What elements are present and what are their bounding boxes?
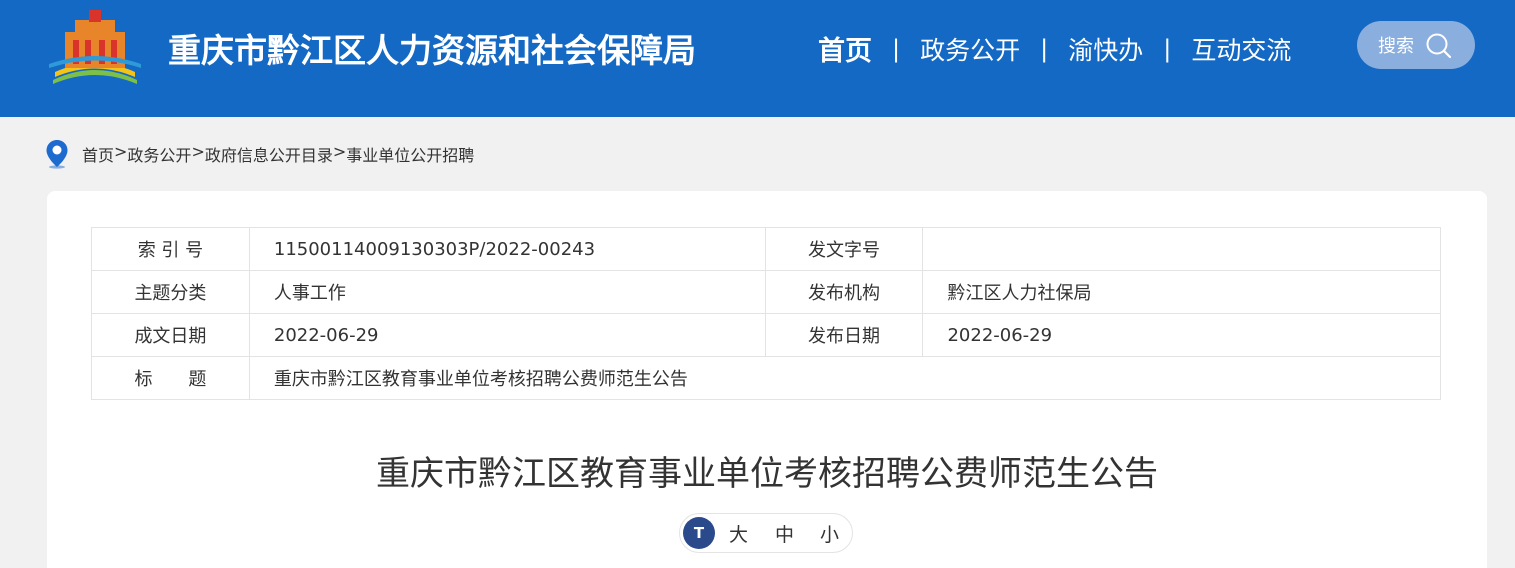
nav-separator: | <box>1040 34 1049 63</box>
search-button[interactable]: 搜索 <box>1357 21 1475 69</box>
publisher-value: 黔江区人力社保局 <box>922 270 1441 314</box>
breadcrumb-catalog[interactable]: 政府信息公开目录 <box>205 142 333 166</box>
nav-separator: | <box>892 34 901 63</box>
title-value: 重庆市黔江区教育事业单位考核招聘公费师范生公告 <box>248 356 1442 400</box>
breadcrumb-recruitment[interactable]: 事业单位公开招聘 <box>346 142 474 166</box>
table-row: 主题分类 人事工作 发布机构 黔江区人力社保局 <box>91 270 1441 314</box>
main-nav: 首页 | 政务公开 | 渝快办 | 互动交流 <box>818 29 1291 68</box>
logo-icon[interactable] <box>45 8 145 86</box>
nav-separator: | <box>1163 34 1172 63</box>
index-value: 11500114009130303P/2022-00243 <box>248 227 766 271</box>
doc-number-label: 发文字号 <box>764 227 924 271</box>
doc-number-value <box>922 227 1441 271</box>
text-size-icon: T <box>683 517 715 549</box>
search-label: 搜索 <box>1378 36 1414 57</box>
breadcrumb-separator: > <box>332 142 347 161</box>
breadcrumb-separator: > <box>191 142 205 161</box>
breadcrumb: 首页 > 政务公开 > 政府信息公开目录 > 事业单位公开招聘 <box>82 142 474 166</box>
breadcrumb-gov-affairs[interactable]: 政务公开 <box>127 142 191 166</box>
font-size-medium-button[interactable]: 中 <box>775 520 794 547</box>
location-pin-icon <box>46 140 68 169</box>
info-table: 索 引 号 11500114009130303P/2022-00243 发文字号… <box>91 227 1442 400</box>
created-date-value: 2022-06-29 <box>248 313 766 357</box>
nav-yukuaiban[interactable]: 渝快办 <box>1068 31 1143 67</box>
title-label: 标 题 <box>91 356 250 400</box>
breadcrumb-home[interactable]: 首页 <box>82 142 114 166</box>
nav-gov-affairs[interactable]: 政务公开 <box>920 31 1020 67</box>
table-row: 成文日期 2022-06-29 发布日期 2022-06-29 <box>91 313 1441 357</box>
content-card: 索 引 号 11500114009130303P/2022-00243 发文字号… <box>47 191 1487 568</box>
nav-home[interactable]: 首页 <box>818 29 872 68</box>
topic-label: 主题分类 <box>91 270 250 314</box>
search-icon <box>1426 33 1452 59</box>
index-label: 索 引 号 <box>91 227 250 271</box>
table-row: 索 引 号 11500114009130303P/2022-00243 发文字号 <box>91 227 1441 271</box>
font-size-switcher: T 大 中 小 <box>679 513 853 553</box>
site-header: 重庆市黔江区人力资源和社会保障局 首页 | 政务公开 | 渝快办 | 互动交流 … <box>0 0 1515 117</box>
font-size-large-button[interactable]: 大 <box>729 520 748 547</box>
breadcrumb-bar: 首页 > 政务公开 > 政府信息公开目录 > 事业单位公开招聘 <box>45 139 474 169</box>
publisher-label: 发布机构 <box>764 270 924 314</box>
created-date-label: 成文日期 <box>91 313 250 357</box>
text-size-icon-glyph: T <box>693 524 705 542</box>
published-date-label: 发布日期 <box>764 313 924 357</box>
table-row: 标 题 重庆市黔江区教育事业单位考核招聘公费师范生公告 <box>91 356 1442 400</box>
breadcrumb-separator: > <box>114 142 128 161</box>
site-title[interactable]: 重庆市黔江区人力资源和社会保障局 <box>168 24 696 72</box>
article-title: 重庆市黔江区教育事业单位考核招聘公费师范生公告 <box>376 454 1158 494</box>
nav-interaction[interactable]: 互动交流 <box>1191 31 1291 67</box>
font-size-small-button[interactable]: 小 <box>820 520 839 547</box>
published-date-value: 2022-06-29 <box>922 313 1441 357</box>
topic-value: 人事工作 <box>248 270 766 314</box>
